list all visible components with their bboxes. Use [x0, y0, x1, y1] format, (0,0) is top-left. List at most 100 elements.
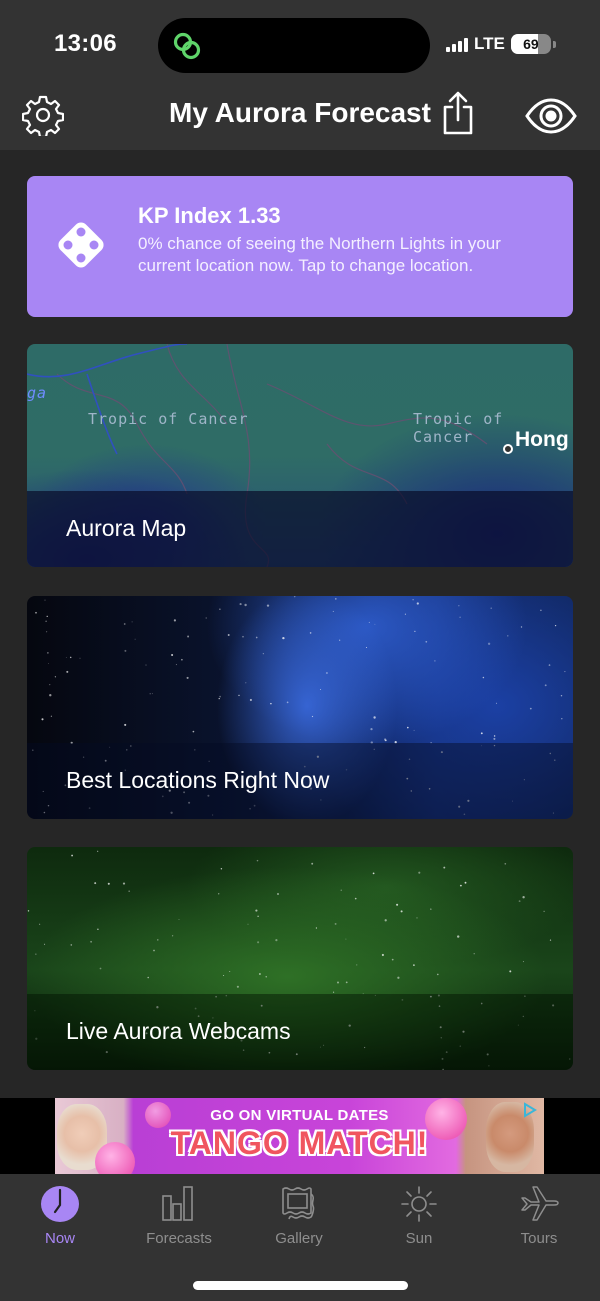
star	[255, 909, 258, 912]
star	[560, 694, 563, 697]
tab-sun[interactable]: Sun	[359, 1184, 479, 1247]
star	[293, 596, 296, 598]
status-time: 13:06	[54, 30, 117, 57]
star	[97, 928, 99, 930]
star	[277, 893, 279, 895]
star	[345, 938, 347, 940]
star	[238, 694, 240, 697]
star	[245, 682, 247, 684]
star	[219, 695, 221, 698]
tab-gallery[interactable]: Gallery	[239, 1184, 359, 1247]
star	[337, 981, 339, 984]
star	[366, 647, 367, 648]
star	[381, 953, 384, 957]
star	[436, 973, 439, 976]
home-indicator[interactable]	[193, 1281, 408, 1290]
star	[151, 693, 153, 695]
star	[247, 923, 249, 925]
star	[495, 702, 498, 704]
tab-label: Gallery	[275, 1230, 323, 1247]
star	[400, 910, 403, 913]
star	[70, 944, 73, 946]
star	[45, 620, 47, 622]
star	[171, 935, 174, 937]
star	[473, 953, 475, 955]
star	[94, 882, 97, 885]
ad-choices-icon[interactable]	[522, 1102, 538, 1118]
battery-percent: 69	[523, 36, 539, 52]
link-rings-icon	[173, 32, 201, 60]
star	[332, 610, 334, 612]
star	[220, 868, 223, 870]
map-label: ga	[27, 384, 48, 402]
eye-icon[interactable]	[525, 96, 577, 136]
ad-banner[interactable]: GO ON VIRTUAL DATES TANGO MATCH!	[55, 1098, 544, 1174]
star	[90, 940, 92, 943]
star	[128, 890, 131, 893]
star	[262, 653, 264, 655]
star	[35, 611, 37, 614]
star	[425, 640, 428, 643]
star	[41, 718, 44, 721]
star	[397, 976, 400, 979]
map-label: Tropic of Cancer	[88, 410, 249, 428]
star	[373, 716, 376, 719]
star	[311, 715, 314, 718]
star	[384, 919, 387, 922]
star	[123, 623, 126, 625]
star	[282, 636, 285, 640]
picture-frame-icon	[282, 1187, 315, 1220]
star	[107, 882, 110, 885]
star	[430, 908, 432, 910]
star	[79, 657, 81, 659]
star	[443, 866, 446, 869]
star	[44, 943, 46, 945]
star	[157, 939, 159, 941]
star	[493, 735, 496, 737]
star	[46, 631, 48, 633]
star	[257, 915, 259, 917]
star	[66, 670, 69, 673]
star	[54, 676, 57, 678]
star	[49, 694, 52, 697]
star	[236, 985, 239, 988]
star	[131, 621, 133, 623]
star	[242, 635, 244, 638]
star	[223, 974, 225, 977]
star	[229, 970, 231, 973]
star	[244, 603, 247, 607]
star	[49, 683, 51, 686]
star	[265, 976, 267, 978]
dice-icon	[58, 222, 104, 268]
star	[460, 884, 462, 887]
star	[227, 634, 230, 636]
star	[416, 602, 419, 605]
star	[256, 859, 259, 862]
star	[205, 617, 207, 619]
tab-forecasts[interactable]: Forecasts	[119, 1184, 239, 1247]
battery-tip	[552, 40, 556, 48]
star	[325, 671, 328, 675]
star	[69, 656, 72, 659]
star	[413, 964, 415, 966]
bar-chart-icon	[162, 1186, 193, 1221]
star	[44, 599, 46, 601]
tab-tours[interactable]: Tours	[479, 1184, 599, 1247]
tab-now[interactable]: Now	[0, 1184, 120, 1247]
star	[187, 635, 190, 638]
star	[178, 918, 180, 920]
star	[374, 623, 376, 625]
star	[540, 609, 542, 612]
best-locations-card[interactable]: Best Locations Right Now	[27, 596, 573, 819]
live-webcams-card[interactable]: Live Aurora Webcams	[27, 847, 573, 1070]
status-indicators: LTE 69	[446, 34, 556, 54]
star	[218, 697, 220, 700]
star	[286, 701, 289, 704]
star	[418, 871, 421, 874]
star	[258, 973, 261, 975]
share-icon[interactable]	[440, 90, 476, 136]
tab-label: Forecasts	[146, 1230, 212, 1247]
aurora-map-card[interactable]: ga Tropic of Cancer Tropic of Cancer Hon…	[27, 344, 573, 567]
network-type: LTE	[474, 34, 505, 53]
clock-icon	[41, 1186, 79, 1222]
